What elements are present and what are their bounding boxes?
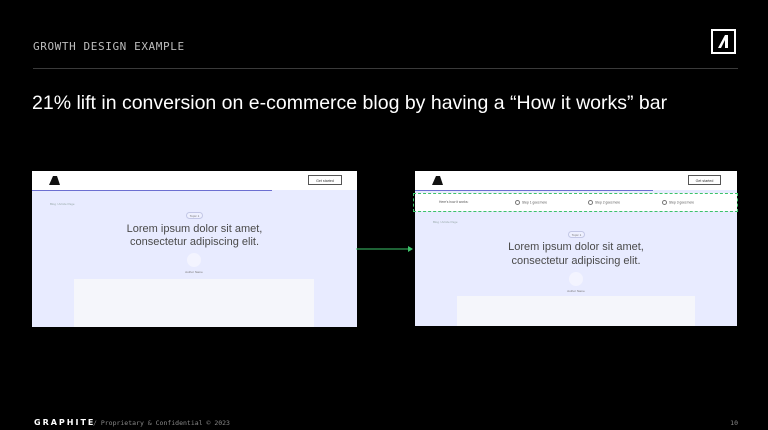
mock-before: Get started Blog / Article Page Topic 1 … [32,171,357,327]
mock-after-topic-pill: Topic 1 [568,231,585,238]
mock-before-brand-icon [49,176,60,185]
mock-after-brand-icon [432,176,443,185]
mock-before-article-card [74,279,314,327]
slide-kicker: GROWTH DESIGN EXAMPLE [33,40,185,53]
slide-headline: 21% lift in conversion on e-commerce blo… [32,92,668,114]
mock-after-avatar [569,272,583,286]
mock-after-article-card [457,296,695,326]
mock-before-progress [32,190,272,191]
footer-brand: GRAPHITE [34,418,96,427]
mock-after-breadcrumb: Blog / Article Page [433,220,458,224]
mock-before-title-2: consectetur adipiscing elit. [129,236,259,248]
mock-after-author: Author Name [567,289,585,293]
arrow-icon [356,246,413,252]
highlight-outline [413,193,738,212]
footer-note: / Proprietary & Confidential © 2023 [93,419,230,427]
mock-before-breadcrumb: Blog / Article Page [50,202,75,206]
mock-after-progress [415,190,653,191]
mock-before-author: Author Name [185,270,203,274]
mock-before-avatar [187,253,201,267]
header-divider [33,68,738,69]
mock-after-cta-button: Get started [688,175,721,185]
mock-after-title-1: Lorem ipsum dolor sit amet, [508,241,644,253]
mock-before-cta-button: Get started [308,175,342,185]
mock-before-title-1: Lorem ipsum dolor sit amet, [126,223,263,235]
mock-after-title-2: consectetur adipiscing elit. [511,255,641,267]
graphite-logo-icon [711,29,736,54]
mock-before-topic-pill: Topic 1 [186,212,203,219]
page-number: 10 [730,419,738,427]
